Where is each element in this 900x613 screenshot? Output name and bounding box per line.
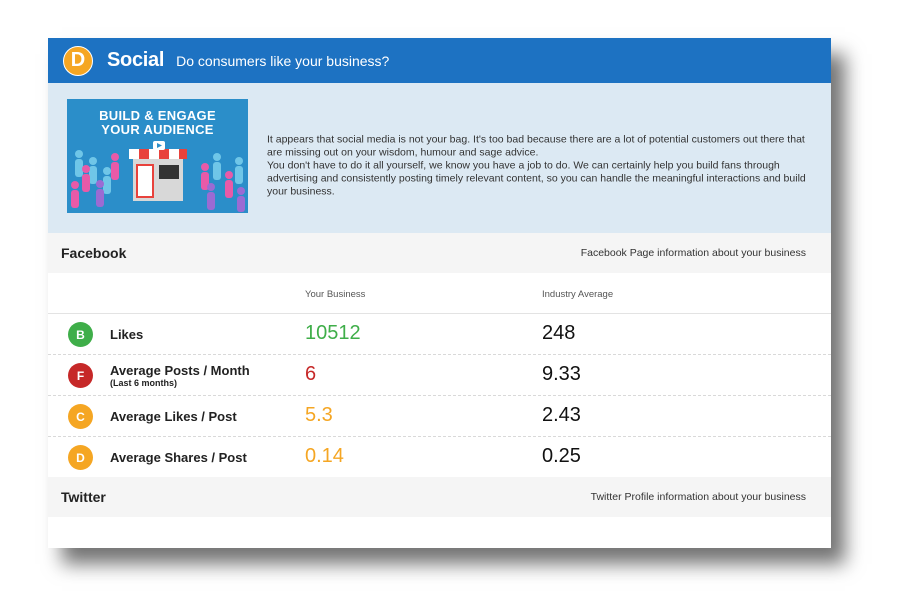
grade-badge: C — [68, 404, 93, 429]
grade-badge: B — [68, 322, 93, 347]
metric-subtitle: (Last 6 months) — [110, 377, 178, 388]
metric-label: Average Posts / Month (Last 6 months) — [110, 355, 250, 395]
intro-paragraph-1: It appears that social media is not your… — [267, 133, 805, 159]
section-subtitle: Do consumers like your business? — [176, 52, 390, 69]
twitter-title: Twitter — [61, 489, 106, 505]
facebook-section-header: Facebook Facebook Page information about… — [48, 233, 831, 273]
metric-row-likes: B Likes 10512 248 — [48, 314, 831, 355]
industry-average-value: 9.33 — [542, 363, 581, 385]
intro-paragraph-2: You don't have to do it all yourself, we… — [267, 159, 806, 198]
crowd-storefront-illustration — [71, 141, 245, 212]
intro-text: It appears that social media is not your… — [267, 134, 812, 199]
facebook-note: Facebook Page information about your bus… — [580, 247, 806, 259]
metric-name: Average Likes / Post — [110, 408, 237, 424]
industry-average-value: 0.25 — [542, 445, 581, 467]
metric-label: Average Likes / Post — [110, 396, 237, 436]
facebook-metrics-table: B Likes 10512 248 F Average Posts / Mont… — [48, 314, 831, 477]
metric-row-likes-per-post: C Average Likes / Post 5.3 2.43 — [48, 396, 831, 437]
metric-label: Likes — [110, 314, 143, 354]
twitter-content-area — [48, 517, 831, 548]
your-business-value: 5.3 — [305, 404, 333, 426]
facebook-column-headers: Your Business Industry Average — [48, 273, 831, 314]
twitter-note: Twitter Profile information about your b… — [590, 491, 806, 503]
twitter-section-header: Twitter Twitter Profile information abou… — [48, 477, 831, 517]
grade-badge: D — [68, 445, 93, 470]
metric-row-posts-per-month: F Average Posts / Month (Last 6 months) … — [48, 355, 831, 396]
metric-name: Average Posts / Month — [110, 362, 250, 378]
industry-average-value: 2.43 — [542, 404, 581, 426]
grade-badge: F — [68, 363, 93, 388]
metric-name: Likes — [110, 326, 144, 342]
overall-grade-badge: D — [63, 45, 93, 76]
col-industry-average: Industry Average — [542, 289, 614, 300]
metric-row-shares-per-post: D Average Shares / Post 0.14 0.25 — [48, 437, 831, 477]
industry-average-value: 248 — [542, 322, 576, 344]
promo-image: BUILD & ENGAGE YOUR AUDIENCE — [67, 99, 248, 213]
your-business-value: 0.14 — [305, 445, 344, 467]
section-title: Social — [107, 49, 165, 71]
intro-panel: BUILD & ENGAGE YOUR AUDIENCE It appears … — [48, 83, 831, 233]
metric-name: Average Shares / Post — [110, 449, 247, 465]
social-header: D Social Do consumers like your business… — [48, 38, 831, 83]
metric-label: Average Shares / Post — [110, 437, 247, 477]
facebook-title: Facebook — [61, 245, 127, 261]
your-business-value: 6 — [305, 363, 317, 385]
your-business-value: 10512 — [305, 322, 361, 344]
col-your-business: Your Business — [305, 289, 366, 300]
social-report-card: D Social Do consumers like your business… — [48, 38, 831, 548]
